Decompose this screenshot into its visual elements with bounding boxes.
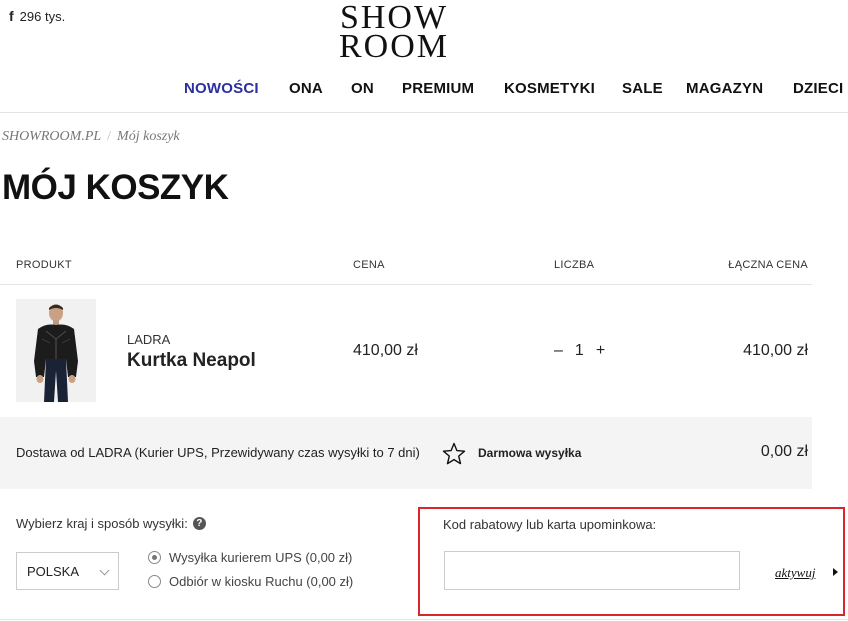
coupon-box: Kod rabatowy lub karta upominkowa: aktyw…	[418, 507, 845, 616]
radio-unselected[interactable]	[148, 575, 161, 588]
delivery-price: 0,00 zł	[760, 443, 808, 460]
help-icon[interactable]: ?	[192, 517, 206, 530]
breadcrumb-current: Mój koszyk	[117, 129, 180, 144]
facebook-likes[interactable]: f 296 tys.	[9, 8, 65, 24]
nav-item-nowosci[interactable]: NOWOŚCI	[184, 80, 259, 97]
nav-item-on[interactable]: ON	[351, 80, 374, 97]
quantity-increase-button[interactable]: +	[596, 342, 605, 360]
column-header-price: CENA	[353, 259, 385, 271]
page-title: MÓJ KOSZYK	[2, 168, 229, 207]
shipping-option-ruch[interactable]: Odbiór w kiosku Ruchu (0,00 zł)	[148, 574, 353, 589]
breadcrumb-home[interactable]: SHOWROOM.PL	[2, 129, 101, 144]
quantity-stepper: – 1 +	[554, 342, 605, 360]
delivery-description: Dostawa od LADRA (Kurier UPS, Przewidywa…	[16, 445, 420, 460]
breadcrumb-separator: /	[107, 129, 112, 144]
column-header-total: ŁĄCZNA CENA	[728, 259, 808, 271]
star-icon	[442, 442, 466, 465]
product-name[interactable]: Kurtka Neapol	[127, 350, 256, 372]
quantity-value: 1	[574, 342, 584, 359]
facebook-icon: f	[9, 8, 14, 24]
shipping-option-ruch-label: Odbiór w kiosku Ruchu (0,00 zł)	[169, 574, 354, 589]
column-header-product: PRODUKT	[16, 259, 72, 271]
product-image[interactable]	[16, 299, 96, 402]
country-select[interactable]: POLSKA	[16, 552, 119, 590]
arrow-right-icon	[833, 568, 838, 576]
country-select-value: POLSKA	[27, 564, 80, 579]
table-header-divider	[0, 284, 812, 285]
free-shipping-label: Darmowa wysyłka	[478, 446, 582, 460]
quantity-decrease-button[interactable]: –	[554, 342, 563, 360]
nav-item-magazyn[interactable]: MAGAZYN	[686, 80, 763, 97]
shipping-option-ups[interactable]: Wysyłka kurierem UPS (0,00 zł)	[148, 550, 352, 565]
product-total: 410,00 zł	[743, 342, 808, 359]
showroom-logo[interactable]: SHOW ROOM	[333, 1, 455, 65]
nav-item-ona[interactable]: ONA	[289, 80, 323, 97]
column-header-qty: LICZBA	[554, 259, 595, 271]
header-divider	[0, 112, 848, 113]
shipping-label-text: Wybierz kraj i sposób wysyłki:	[16, 516, 188, 531]
chevron-down-icon	[99, 565, 110, 576]
logo-line-2: ROOM	[338, 28, 450, 65]
product-photo-jacket	[16, 299, 96, 402]
main-nav: NOWOŚCI ONA ON PREMIUM KOSMETYKI SALE MA…	[0, 80, 848, 102]
product-brand[interactable]: LADRA	[127, 332, 170, 347]
radio-selected[interactable]	[148, 551, 161, 564]
bottom-divider	[0, 619, 848, 620]
activate-coupon-link[interactable]: aktywuj	[775, 565, 815, 581]
nav-item-dzieci[interactable]: DZIECI	[793, 80, 843, 97]
nav-item-premium[interactable]: PREMIUM	[402, 80, 474, 97]
breadcrumb: SHOWROOM.PL / Mój koszyk	[2, 129, 180, 145]
nav-item-kosmetyki[interactable]: KOSMETYKI	[504, 80, 595, 97]
shipping-option-ups-label: Wysyłka kurierem UPS (0,00 zł)	[169, 550, 353, 565]
delivery-row: Dostawa od LADRA (Kurier UPS, Przewidywa…	[0, 417, 812, 489]
coupon-input[interactable]	[444, 551, 740, 590]
facebook-count: 296 tys.	[19, 8, 66, 24]
shipping-label: Wybierz kraj i sposób wysyłki: ?	[16, 516, 206, 531]
nav-item-sale[interactable]: SALE	[622, 80, 663, 97]
product-price: 410,00 zł	[353, 342, 418, 359]
coupon-label: Kod rabatowy lub karta upominkowa:	[443, 517, 657, 532]
